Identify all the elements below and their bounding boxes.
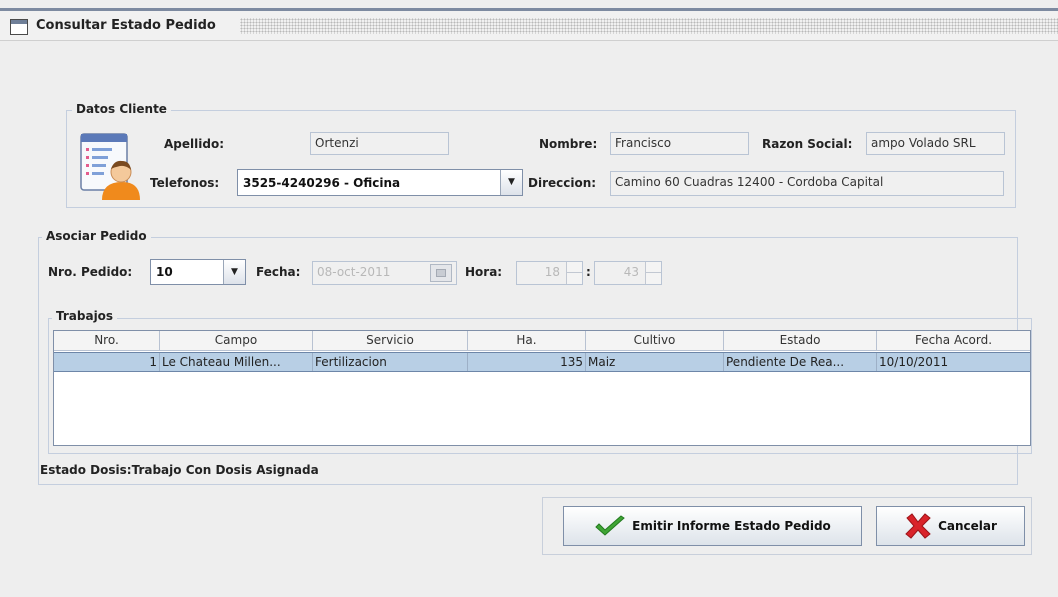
cell-servicio: Fertilizacion — [313, 353, 468, 371]
direccion-label: Direccion: — [528, 176, 597, 190]
col-header-campo[interactable]: Campo — [160, 331, 313, 351]
datos-cliente-title: Datos Cliente — [72, 102, 171, 116]
spin-down-icon[interactable] — [645, 273, 661, 284]
hora-spinner[interactable]: 18 — [516, 261, 583, 285]
col-header-ha[interactable]: Ha. — [468, 331, 586, 351]
cell-cultivo: Maiz — [586, 353, 724, 371]
fecha-label: Fecha: — [256, 265, 301, 279]
window-icon — [10, 19, 28, 35]
estado-dosis-text: Estado Dosis:Trabajo Con Dosis Asignada — [40, 463, 319, 477]
chevron-down-icon[interactable]: ▼ — [500, 170, 522, 195]
cell-estado: Pendiente De Rea... — [724, 353, 877, 371]
trabajos-table[interactable]: Nro. Campo Servicio Ha. Cultivo Estado F… — [53, 330, 1031, 446]
minuto-value: 43 — [623, 265, 639, 279]
col-header-estado[interactable]: Estado — [724, 331, 877, 351]
fecha-value: 08-oct-2011 — [317, 265, 391, 279]
nombre-label: Nombre: — [539, 137, 598, 151]
spin-up-icon[interactable] — [566, 262, 582, 273]
cell-campo: Le Chateau Millen... — [160, 353, 313, 371]
minuto-spinner[interactable]: 43 — [594, 261, 662, 285]
telefonos-select[interactable]: 3525-4240296 - Oficina ▼ — [237, 169, 523, 196]
direccion-field[interactable]: Camino 60 Cuadras 12400 - Cordoba Capita… — [610, 171, 1004, 196]
asociar-pedido-title: Asociar Pedido — [42, 229, 151, 243]
window-title: Consultar Estado Pedido — [36, 18, 216, 33]
spin-down-icon[interactable] — [566, 273, 582, 284]
col-header-nro[interactable]: Nro. — [54, 331, 160, 351]
col-header-cultivo[interactable]: Cultivo — [586, 331, 724, 351]
emitir-informe-label: Emitir Informe Estado Pedido — [632, 519, 831, 533]
col-header-fecha-acord[interactable]: Fecha Acord. — [877, 331, 1030, 351]
spin-up-icon[interactable] — [645, 262, 661, 273]
trabajos-title: Trabajos — [52, 309, 118, 323]
cancelar-label: Cancelar — [938, 519, 997, 533]
cell-ha: 135 — [468, 353, 586, 371]
telefonos-label: Telefonos: — [150, 176, 220, 190]
telefonos-selected: 3525-4240296 - Oficina — [243, 176, 401, 190]
cancel-x-icon — [905, 513, 931, 539]
cancelar-button[interactable]: Cancelar — [876, 506, 1025, 546]
cell-nro: 1 — [54, 353, 160, 371]
col-header-servicio[interactable]: Servicio — [313, 331, 468, 351]
hora-value: 18 — [544, 265, 560, 279]
emitir-informe-button[interactable]: Emitir Informe Estado Pedido — [563, 506, 862, 546]
window-title-bar[interactable]: Consultar Estado Pedido — [0, 11, 1058, 41]
check-icon — [595, 515, 625, 536]
apellido-label: Apellido: — [164, 137, 224, 151]
table-row[interactable]: 1 Le Chateau Millen... Fertilizacion 135… — [54, 352, 1030, 372]
nro-pedido-selected: 10 — [156, 265, 173, 279]
nro-pedido-select[interactable]: 10 ▼ — [150, 259, 246, 285]
apellido-field[interactable]: Ortenzi — [310, 132, 449, 155]
title-bar-grip — [240, 18, 1058, 34]
hora-separator: : — [586, 265, 591, 279]
contact-card-icon — [80, 133, 140, 200]
nro-pedido-label: Nro. Pedido: — [48, 265, 133, 279]
cell-fecha-acord: 10/10/2011 — [879, 355, 949, 369]
chevron-down-icon[interactable]: ▼ — [223, 260, 245, 284]
hora-label: Hora: — [465, 265, 503, 279]
calendar-icon[interactable] — [430, 264, 452, 282]
razon-social-field[interactable]: ampo Volado SRL — [866, 132, 1005, 155]
nombre-field[interactable]: Francisco — [610, 132, 749, 155]
razon-social-label: Razon Social: — [762, 137, 853, 151]
